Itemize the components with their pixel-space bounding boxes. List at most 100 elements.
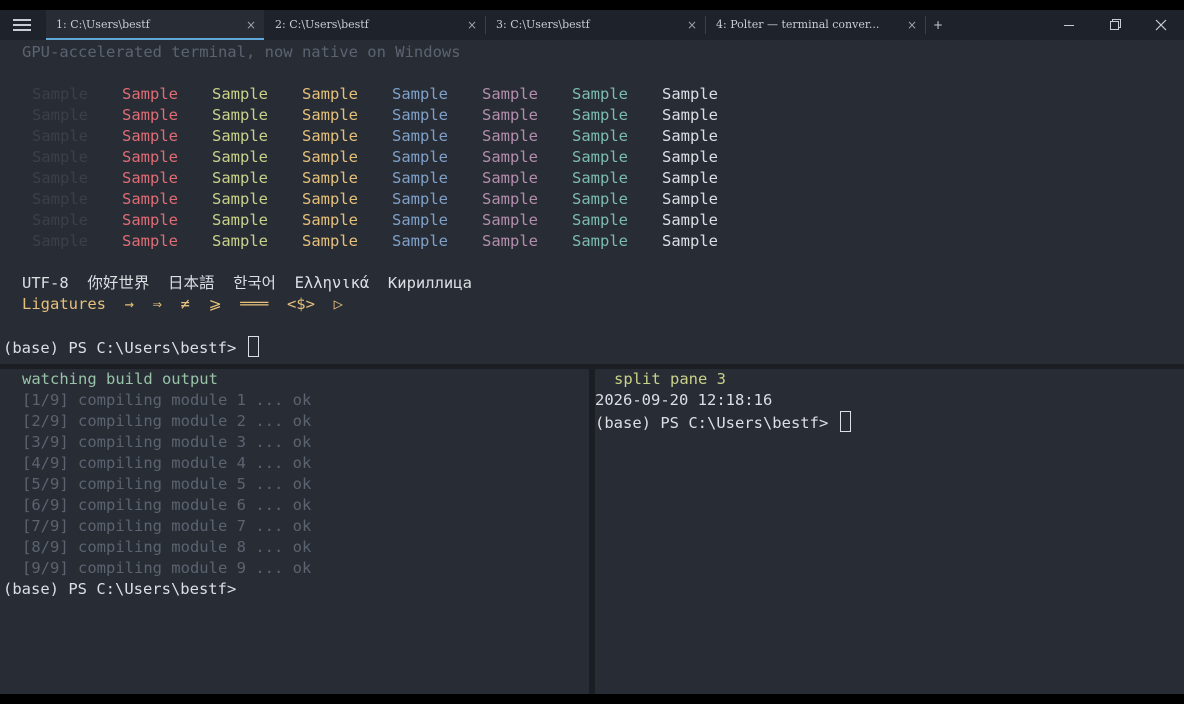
sample-black: Sample <box>32 232 88 250</box>
sample-black: Sample <box>32 127 88 145</box>
terminal-pane-2[interactable]: watching build output [1/9] compiling mo… <box>0 369 589 694</box>
terminal-pane-3[interactable]: split pane 3 2026-09-20 12:18:16 (base) … <box>595 369 1184 694</box>
unicode-line: UTF-8 你好世界 日本語 한국어 Ελληνικά Кириллица <box>22 274 472 292</box>
tab-1[interactable]: 1: C:\Users\bestf × <box>46 10 264 40</box>
sample-black: Sample <box>32 169 88 187</box>
sample-magenta: Sample <box>482 232 538 250</box>
sample-black: Sample <box>32 211 88 229</box>
sample-magenta: Sample <box>482 127 538 145</box>
sample-white: Sample <box>662 169 718 187</box>
banner-text: GPU-accelerated terminal, now native on … <box>22 43 461 61</box>
build-line: [6/9] compiling module 6 ... ok <box>22 496 312 514</box>
sample-red: Sample <box>122 85 178 103</box>
sample-magenta: Sample <box>482 190 538 208</box>
sample-cyan: Sample <box>572 232 628 250</box>
tab-2[interactable]: 2: C:\Users\bestf × <box>265 10 485 40</box>
sample-magenta: Sample <box>482 211 538 229</box>
build-line: [2/9] compiling module 2 ... ok <box>22 412 312 430</box>
minimize-button[interactable] <box>1046 10 1092 40</box>
pane-header: split pane 3 <box>614 370 726 388</box>
build-line: [5/9] compiling module 5 ... ok <box>22 475 312 493</box>
sample-yellow: Sample <box>302 232 358 250</box>
sample-yellow: Sample <box>302 169 358 187</box>
terminal-pane-1[interactable]: GPU-accelerated terminal, now native on … <box>0 40 1184 364</box>
sample-blue: Sample <box>392 190 448 208</box>
new-tab-button[interactable]: + <box>930 10 946 40</box>
timestamp-line: 2026-09-20 12:18:16 <box>595 391 773 409</box>
tab-divider <box>925 16 926 34</box>
tab-3[interactable]: 3: C:\Users\bestf × <box>486 10 705 40</box>
build-line: [4/9] compiling module 4 ... ok <box>22 454 312 472</box>
sample-white: Sample <box>662 85 718 103</box>
sample-black: Sample <box>32 148 88 166</box>
sample-red: Sample <box>122 106 178 124</box>
sample-green: Sample <box>212 169 268 187</box>
sample-green: Sample <box>212 232 268 250</box>
restore-button[interactable] <box>1092 10 1138 40</box>
tab-label: 4: Polter — terminal conver... <box>716 18 880 31</box>
build-line: [9/9] compiling module 9 ... ok <box>22 559 312 577</box>
tab-4[interactable]: 4: Polter — terminal conver... × <box>706 10 925 40</box>
sample-magenta: Sample <box>482 169 538 187</box>
tab-label: 1: C:\Users\bestf <box>56 18 150 31</box>
ligatures-line: Ligatures → ⇒ ≠ ⩾ ═══ <$> ▷ <box>22 295 343 313</box>
sample-magenta: Sample <box>482 85 538 103</box>
sample-cyan: Sample <box>572 211 628 229</box>
title-bar: 1: C:\Users\bestf × 2: C:\Users\bestf × … <box>0 10 1184 40</box>
sample-cyan: Sample <box>572 148 628 166</box>
sample-blue: Sample <box>392 232 448 250</box>
sample-green: Sample <box>212 106 268 124</box>
text-cursor <box>839 411 851 432</box>
sample-cyan: Sample <box>572 106 628 124</box>
sample-cyan: Sample <box>572 169 628 187</box>
prompt-line[interactable]: (base) PS C:\Users\bestf> <box>595 411 851 432</box>
pane-header: watching build output <box>22 370 218 388</box>
sample-blue: Sample <box>392 85 448 103</box>
sample-black: Sample <box>32 85 88 103</box>
sample-yellow: Sample <box>302 211 358 229</box>
prompt-text: (base) PS C:\Users\bestf> <box>3 339 246 357</box>
sample-green: Sample <box>212 190 268 208</box>
sample-cyan: Sample <box>572 85 628 103</box>
sample-black: Sample <box>32 190 88 208</box>
sample-red: Sample <box>122 232 178 250</box>
sample-magenta: Sample <box>482 148 538 166</box>
sample-yellow: Sample <box>302 85 358 103</box>
build-line: [1/9] compiling module 1 ... ok <box>22 391 312 409</box>
sample-white: Sample <box>662 211 718 229</box>
sample-red: Sample <box>122 127 178 145</box>
sample-cyan: Sample <box>572 190 628 208</box>
prompt-line[interactable]: (base) PS C:\Users\bestf> <box>3 336 259 357</box>
build-line: [8/9] compiling module 8 ... ok <box>22 538 312 556</box>
build-line: [3/9] compiling module 3 ... ok <box>22 433 312 451</box>
sample-black: Sample <box>32 106 88 124</box>
close-icon[interactable]: × <box>467 10 477 40</box>
sample-yellow: Sample <box>302 190 358 208</box>
sample-white: Sample <box>662 148 718 166</box>
window-bottom-edge <box>0 694 1184 704</box>
sample-blue: Sample <box>392 106 448 124</box>
sample-white: Sample <box>662 232 718 250</box>
sample-red: Sample <box>122 148 178 166</box>
tab-label: 2: C:\Users\bestf <box>275 18 369 31</box>
sample-red: Sample <box>122 169 178 187</box>
sample-white: Sample <box>662 190 718 208</box>
close-icon[interactable]: × <box>246 10 256 40</box>
prompt-text: (base) PS C:\Users\bestf> <box>595 414 838 432</box>
sample-red: Sample <box>122 190 178 208</box>
tab-label: 3: C:\Users\bestf <box>496 18 590 31</box>
sample-yellow: Sample <box>302 148 358 166</box>
close-icon[interactable]: × <box>907 10 917 40</box>
sample-blue: Sample <box>392 148 448 166</box>
restore-icon <box>1110 19 1121 30</box>
close-window-button[interactable] <box>1138 10 1184 40</box>
sample-green: Sample <box>212 85 268 103</box>
text-cursor <box>247 336 259 357</box>
close-icon <box>1155 19 1167 31</box>
menu-icon[interactable] <box>10 17 34 33</box>
prompt-text[interactable]: (base) PS C:\Users\bestf> <box>3 579 236 600</box>
minimize-icon <box>1064 25 1074 26</box>
sample-green: Sample <box>212 127 268 145</box>
sample-green: Sample <box>212 148 268 166</box>
close-icon[interactable]: × <box>687 10 697 40</box>
